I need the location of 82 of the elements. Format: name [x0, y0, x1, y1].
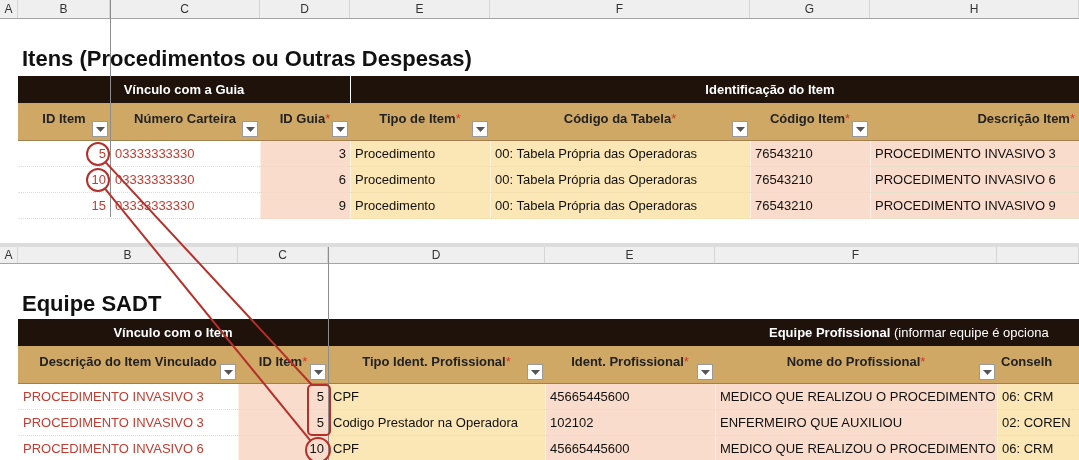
caret-icon [245, 126, 255, 132]
column-header-letter[interactable]: H [870, 0, 1079, 18]
table-cell: Procedimento [350, 167, 490, 193]
column-header-letter[interactable]: G [750, 0, 870, 18]
filter-button[interactable] [852, 121, 868, 137]
table-cell: ENFERMEIRO QUE AUXILIOU [715, 410, 997, 436]
column-header-letter[interactable]: F [715, 247, 997, 263]
table-cell: 76543210 [750, 167, 870, 193]
column-header-letter[interactable]: F [490, 0, 750, 18]
table-cell: 102102 [545, 410, 715, 436]
table-cell: 5 [238, 384, 328, 410]
sheet-title: Equipe SADT [21, 290, 163, 318]
column-header-letter[interactable]: E [350, 0, 490, 18]
filter-button[interactable] [979, 364, 995, 380]
column-header: ID Item [42, 109, 86, 128]
table-cell: 45665445600 [545, 384, 715, 410]
filter-button[interactable] [220, 364, 236, 380]
table-cell: MEDICO QUE REALIZOU O PROCEDIMENTO [715, 384, 997, 410]
column-header: Número Carteira [134, 109, 236, 128]
column-header-letter[interactable]: B [18, 247, 238, 263]
column-header: Ident. Profissional* [571, 352, 689, 371]
filter-button[interactable] [527, 364, 543, 380]
table-cell: CPF [328, 436, 545, 460]
table-cell: PROCEDIMENTO INVASIVO 6 [870, 167, 1079, 193]
column-header: Tipo Ident. Profissional* [362, 352, 511, 371]
column-header-letter[interactable]: E [545, 247, 715, 263]
column-header: ID Guia* [279, 109, 331, 128]
column-header: Descrição Item* [977, 109, 1075, 128]
table-cell: 6 [260, 167, 350, 193]
column-header: Código Item* [769, 109, 851, 128]
table-cell: CPF [328, 384, 545, 410]
group-header: Identificação do Item [705, 80, 835, 99]
table-cell: PROCEDIMENTO INVASIVO 3 [870, 141, 1079, 167]
caret-icon [313, 369, 323, 375]
column-header: Descrição do Item Vinculado [39, 352, 217, 371]
table-cell: PROCEDIMENTO INVASIVO 9 [870, 193, 1079, 219]
table-cell: 00: Tabela Própria das Operadoras [490, 167, 750, 193]
table-cell: 3 [260, 141, 350, 167]
filter-button[interactable] [92, 121, 108, 137]
highlight-box [307, 384, 331, 436]
caret-icon [335, 126, 345, 132]
table-cell: 02: COREN [997, 410, 1079, 436]
filter-button[interactable] [332, 121, 348, 137]
column-header: Código da Tabela* [563, 109, 677, 128]
column-header: Conselh [1001, 352, 1053, 371]
filter-button[interactable] [310, 364, 326, 380]
table-cell: 00: Tabela Própria das Operadoras [490, 141, 750, 167]
group-header: Equipe Profissional (informar equipe é opciona [769, 323, 1049, 342]
table-cell: Procedimento [350, 141, 490, 167]
table-cell: 06: CRM [997, 436, 1079, 460]
column-header: Nome do Profissional* [786, 352, 926, 371]
table-cell: 00: Tabela Própria das Operadoras [490, 193, 750, 219]
caret-icon [855, 126, 865, 132]
caret-icon [530, 369, 540, 375]
caret-icon [223, 369, 233, 375]
table-cell: 5 [238, 410, 328, 436]
sheet-title: Itens (Procedimentos ou Outras Despesas) [21, 45, 473, 73]
group-header: Vínculo com a Guia [123, 80, 245, 99]
filter-button[interactable] [242, 121, 258, 137]
column-header-letter[interactable]: A [0, 0, 18, 18]
filter-button[interactable] [732, 121, 748, 137]
highlight-circle [86, 142, 110, 166]
column-header: Tipo de Item* [379, 109, 461, 128]
table-cell: 76543210 [750, 193, 870, 219]
filter-button[interactable] [697, 364, 713, 380]
table-cell: Codigo Prestador na Operadora [328, 410, 545, 436]
caret-icon [735, 126, 745, 132]
caret-icon [700, 369, 710, 375]
table-cell: MEDICO QUE REALIZOU O PROCEDIMENTO [715, 436, 997, 460]
table-cell: 9 [260, 193, 350, 219]
table-cell: 06: CRM [997, 384, 1079, 410]
table-cell: 45665445600 [545, 436, 715, 460]
highlight-circle [86, 168, 110, 192]
caret-icon [95, 126, 105, 132]
filter-button[interactable] [472, 121, 488, 137]
caret-icon [982, 369, 992, 375]
column-header-letter[interactable]: A [0, 247, 18, 263]
table-cell: 10 [238, 436, 328, 460]
caret-icon [475, 126, 485, 132]
column-header-letter[interactable]: D [260, 0, 350, 18]
table-cell: Procedimento [350, 193, 490, 219]
table-cell: 76543210 [750, 141, 870, 167]
